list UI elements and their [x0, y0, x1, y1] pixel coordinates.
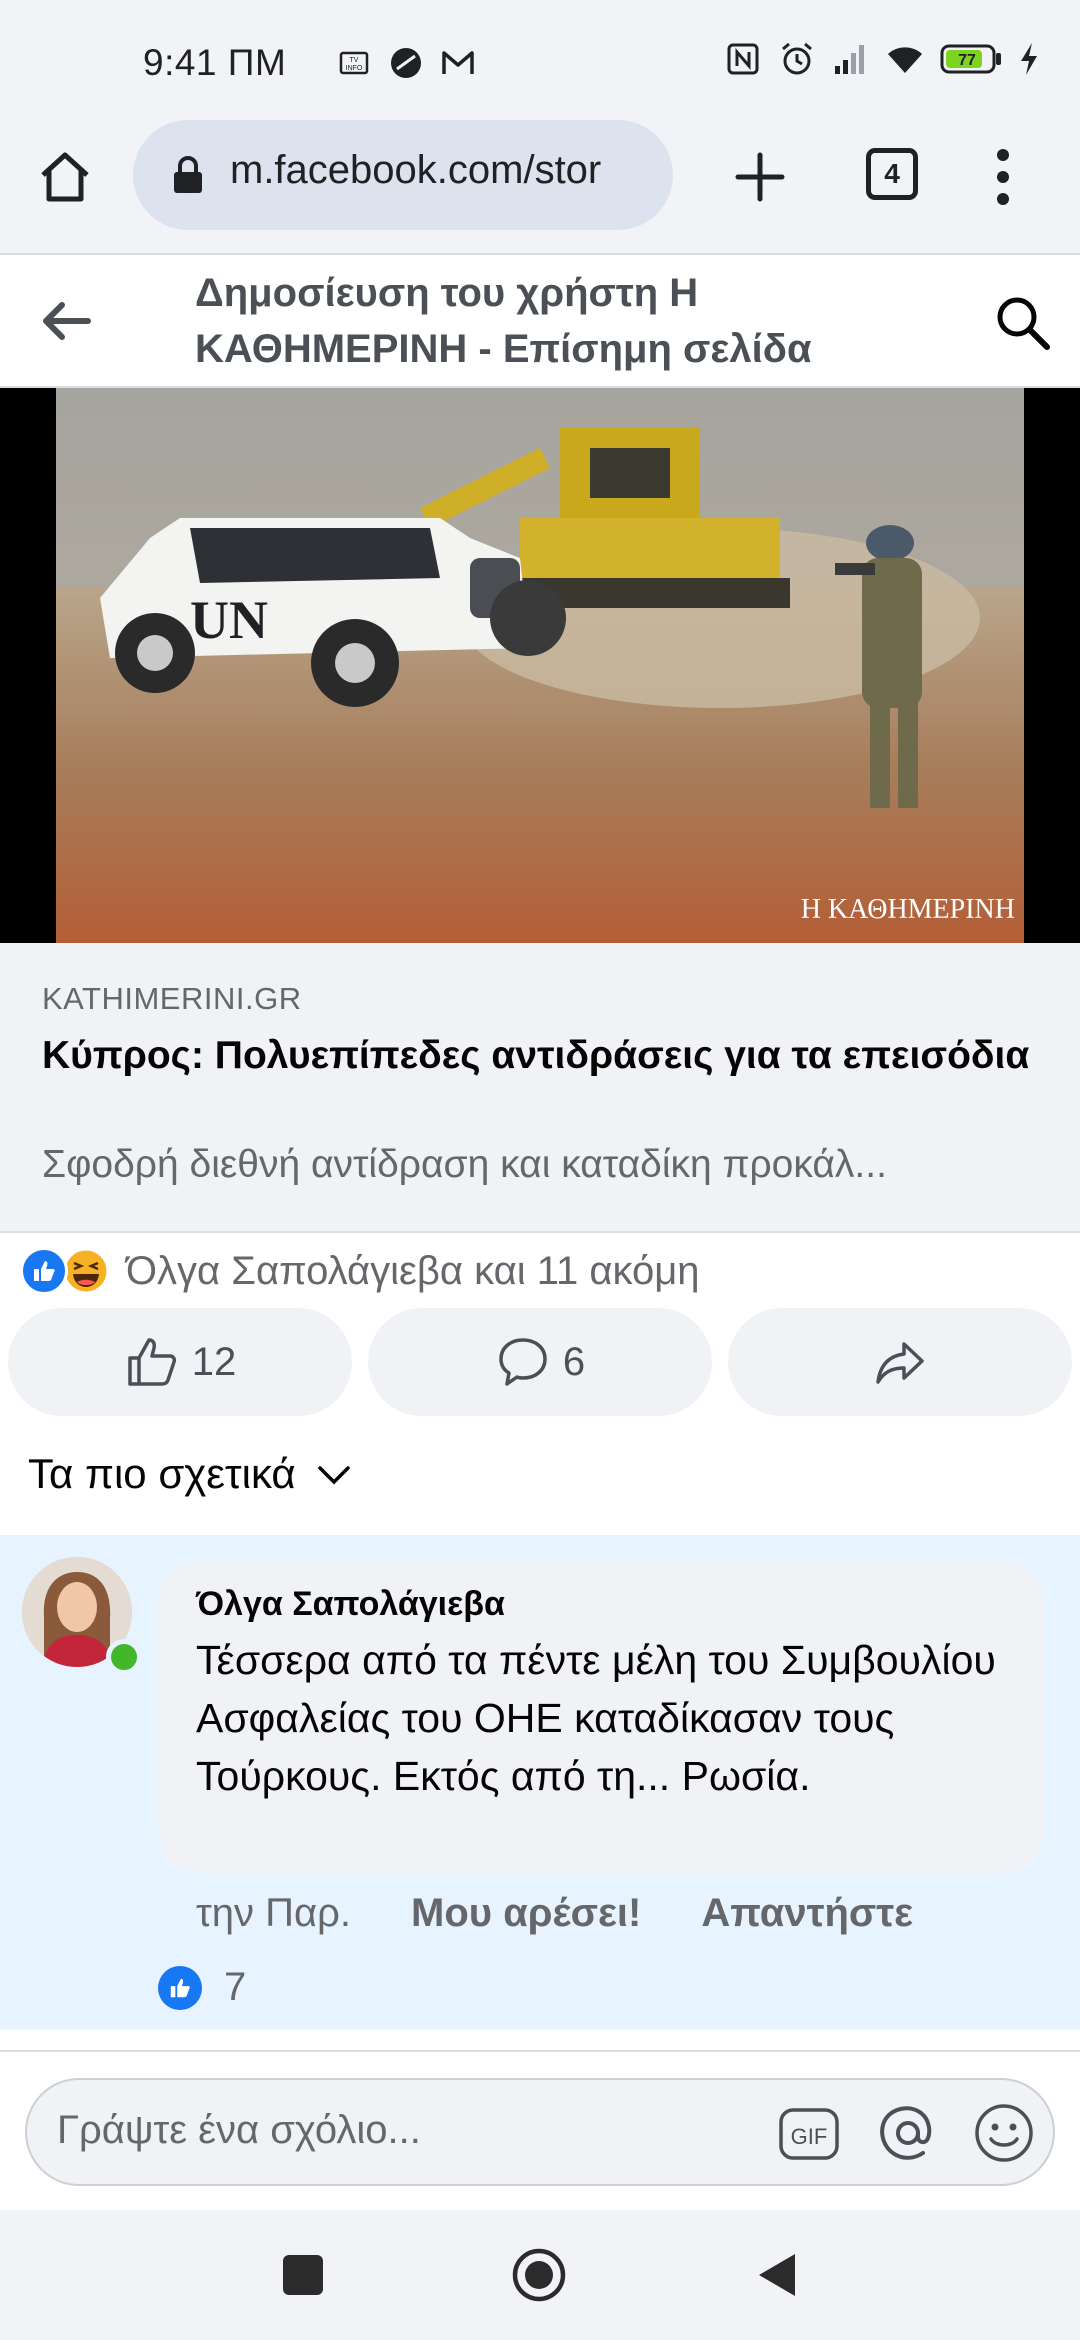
comment-input[interactable]: Γράψτε ένα σχόλιο... GIF	[25, 2078, 1055, 2186]
comment-reactions[interactable]: 7	[158, 1965, 246, 2010]
comment-count: 6	[562, 1339, 586, 1384]
svg-text:GIF: GIF	[791, 2124, 828, 2149]
status-time: 9:41 ΠΜ	[143, 42, 287, 83]
nav-back-button[interactable]	[755, 2250, 799, 2300]
system-navigation-bar	[0, 2210, 1080, 2340]
comment-time[interactable]: την Παρ.	[196, 1891, 351, 1936]
link-preview-card[interactable]: KATHIMERINI.GR Κύπρος: Πολυεπίπεδες αντι…	[0, 943, 1080, 1233]
signal-icon	[835, 45, 864, 74]
like-reaction-icon	[20, 1247, 68, 1295]
battery-icon: 77	[940, 44, 1001, 74]
like-button[interactable]: 12	[8, 1308, 352, 1416]
url-text: m.facebook.com/stor	[230, 148, 602, 192]
search-icon[interactable]	[993, 293, 1053, 353]
haha-reaction-icon	[62, 1247, 110, 1295]
emoji-icon[interactable]	[971, 2100, 1037, 2166]
moon-icon	[391, 48, 421, 78]
comment-meta: την Παρ. Μου αρέσει! Απαντήστε	[196, 1891, 913, 1936]
comment-item: Όλγα Σαπολάγιεβα Τέσσερα από τα πέντε μέ…	[0, 1535, 1080, 2030]
address-bar[interactable]: m.facebook.com/stor	[133, 120, 673, 230]
video-watermark: Η ΚΑΘΗΜΕΡΙΝΗ	[801, 894, 1015, 925]
like-count: 12	[191, 1339, 237, 1384]
svg-text:TV: TV	[350, 57, 359, 64]
recent-apps-button[interactable]	[283, 2255, 323, 2295]
gif-icon[interactable]: GIF	[777, 2102, 841, 2166]
link-domain: KATHIMERINI.GR	[42, 981, 302, 1016]
nfc-icon	[727, 43, 759, 75]
wifi-icon	[888, 47, 922, 73]
tab-switcher-button[interactable]: 4	[866, 148, 918, 200]
comment-like-button[interactable]: Μου αρέσει!	[411, 1891, 641, 1936]
comment-bubble[interactable]: Όλγα Σαπολάγιεβα Τέσσερα από τα πέντε μέ…	[158, 1561, 1044, 1873]
mention-icon[interactable]	[875, 2100, 941, 2166]
back-arrow-icon[interactable]	[38, 293, 94, 349]
share-arrow-icon	[876, 1342, 924, 1384]
thumbs-up-icon	[128, 1338, 176, 1386]
sort-label: Τα πιο σχετικά	[28, 1450, 296, 1497]
online-status-dot	[106, 1639, 142, 1675]
video-frame: UN Η ΚΑΘΗΜΕΡΙΝΗ	[0, 388, 1080, 943]
comment-sort-dropdown[interactable]: Τα πιο σχετικά	[28, 1450, 354, 1498]
comment-bubble-icon	[499, 1338, 547, 1386]
lock-icon	[174, 156, 202, 193]
post-header: Δημοσίευση του χρήστη Η ΚΑΘΗΜΕΡΙΝΗ - Επί…	[0, 255, 1080, 388]
reaction-summary-text: Όλγα Σαπολάγιεβα και 11 ακόμη	[126, 1248, 700, 1293]
more-options-icon[interactable]	[983, 145, 1023, 209]
status-bar: 9:41 ΠΜ TV INFO 77	[0, 0, 1080, 120]
gmail-icon	[442, 51, 474, 74]
chevron-down-icon	[317, 1466, 350, 1485]
tv-info-icon: TVINFO	[339, 51, 369, 75]
home-icon[interactable]	[35, 147, 95, 207]
browser-toolbar: m.facebook.com/stor 4	[0, 120, 1080, 255]
svg-text:INFO: INFO	[346, 65, 363, 72]
page-title: Δημοσίευση του χρήστη Η ΚΑΘΗΜΕΡΙΝΗ - Επί…	[195, 271, 812, 371]
post-actions: 12 6	[8, 1308, 1072, 1416]
charging-icon	[1021, 43, 1037, 75]
share-button[interactable]	[728, 1308, 1072, 1416]
link-title: Κύπρος: Πολυεπίπεδες αντιδράσεις για τα …	[42, 1034, 1030, 1077]
nav-home-button[interactable]	[511, 2247, 567, 2303]
svg-text:UN: UN	[190, 590, 268, 650]
like-reaction-icon	[158, 1965, 202, 2010]
reaction-summary[interactable]: Όλγα Σαπολάγιεβα και 11 ακόμη	[20, 1243, 700, 1299]
link-description: Σφοδρή διεθνή αντίδραση και καταδίκη προ…	[42, 1143, 887, 1186]
post-video-thumbnail[interactable]: UN Η ΚΑΘΗΜΕΡΙΝΗ	[0, 388, 1080, 943]
alarm-icon	[782, 42, 812, 75]
comment-input-placeholder: Γράψτε ένα σχόλιο...	[57, 2108, 421, 2152]
comment-author[interactable]: Όλγα Σαπολάγιεβα	[196, 1585, 505, 1624]
comment-composer-bar: Γράψτε ένα σχόλιο... GIF	[0, 2050, 1080, 2210]
new-tab-plus-icon[interactable]	[730, 147, 790, 207]
comment-text: Τέσσερα από τα πέντε μέλη του Συμβουλίου…	[196, 1637, 996, 1799]
svg-text:77: 77	[958, 52, 976, 69]
comment-button[interactable]: 6	[368, 1308, 712, 1416]
comment-reply-button[interactable]: Απαντήστε	[701, 1891, 913, 1936]
comment-reaction-count: 7	[224, 1965, 247, 2009]
